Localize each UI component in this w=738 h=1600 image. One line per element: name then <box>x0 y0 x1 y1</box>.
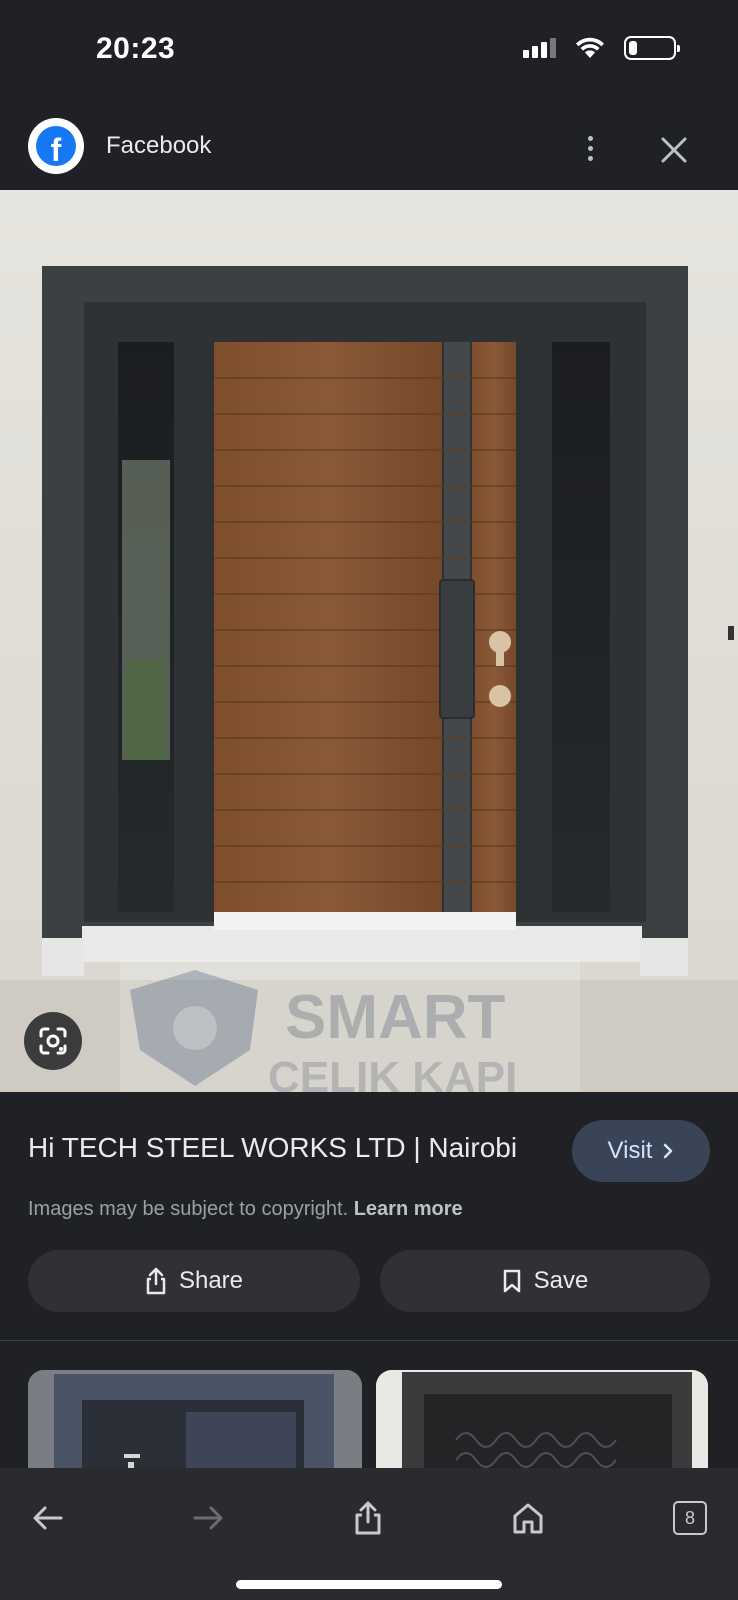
result-info: Hi TECH STEEL WORKS LTD | Nairobi Visit <box>0 1092 738 1192</box>
learn-more-link[interactable]: Learn more <box>354 1198 463 1220</box>
share-icon <box>146 1267 166 1295</box>
bookmark-icon <box>503 1269 520 1293</box>
status-icons <box>523 36 680 60</box>
close-icon[interactable] <box>652 128 696 172</box>
tabs-button[interactable]: 8 <box>662 1490 718 1546</box>
save-label: Save <box>533 1267 589 1294</box>
visit-button[interactable]: Visit <box>572 1120 710 1182</box>
copyright-text: Images may be subject to copyright. <box>28 1198 349 1220</box>
wifi-icon <box>576 37 604 58</box>
forward-icon <box>193 1506 223 1530</box>
divider <box>0 1340 738 1341</box>
back-icon <box>33 1506 63 1530</box>
watermark-subtext: CELIK KAPI <box>268 1053 517 1092</box>
copyright-notice: Images may be subject to copyright. Lear… <box>28 1198 463 1221</box>
result-image[interactable]: SMART CELIK KAPI <box>0 190 738 1092</box>
door-photo: SMART CELIK KAPI <box>0 190 738 1092</box>
more-vert-icon <box>587 135 593 141</box>
status-bar: 20:23 <box>0 0 738 100</box>
share-icon <box>355 1501 381 1535</box>
share-label: Share <box>178 1267 244 1294</box>
lens-icon <box>39 1027 67 1055</box>
home-button[interactable] <box>500 1490 556 1546</box>
forward-button[interactable] <box>180 1490 236 1546</box>
home-indicator[interactable] <box>236 1580 502 1589</box>
save-button[interactable]: Save <box>380 1250 710 1312</box>
watermark-text: SMART <box>285 983 506 1052</box>
cellular-signal-icon <box>523 38 556 58</box>
status-time: 20:23 <box>96 32 176 65</box>
back-button[interactable] <box>20 1490 76 1546</box>
result-title[interactable]: Hi TECH STEEL WORKS LTD | Nairobi <box>28 1132 517 1164</box>
source-bar: f Facebook <box>0 100 738 190</box>
tab-count: 8 <box>673 1501 707 1535</box>
facebook-logo-glyph: f <box>36 126 76 166</box>
browser-toolbar: 8 <box>0 1468 738 1600</box>
share-button[interactable]: Share <box>28 1250 360 1312</box>
home-icon <box>513 1503 543 1534</box>
more-options-button[interactable] <box>570 128 610 168</box>
facebook-logo[interactable]: f <box>28 118 84 174</box>
share-page-button[interactable] <box>340 1490 396 1546</box>
source-name[interactable]: Facebook <box>106 132 211 160</box>
visit-label: Visit <box>607 1137 653 1164</box>
battery-icon <box>624 36 680 60</box>
lens-button[interactable] <box>24 1012 82 1070</box>
chevron-right-icon <box>664 1143 673 1159</box>
